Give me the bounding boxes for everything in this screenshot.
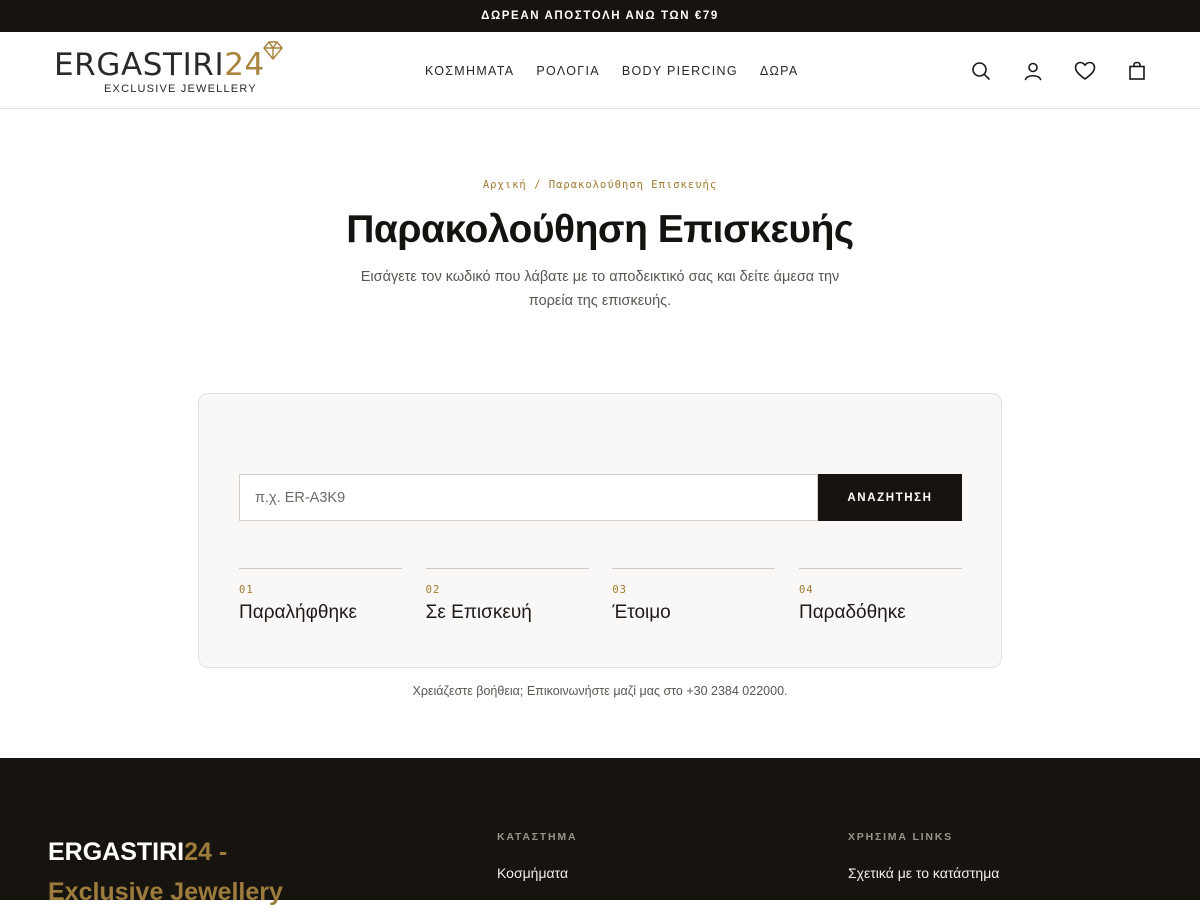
diamond-icon	[263, 41, 283, 60]
tracking-code-input[interactable]	[239, 474, 818, 521]
announcement-bar: ΔΩΡΕΑΝ ΑΠΟΣΤΟΛΗ ΑΝΩ ΤΩΝ €79	[0, 0, 1200, 32]
breadcrumb: Αρχική / Παρακολούθηση Επισκευής	[0, 179, 1200, 191]
step-number: 02	[425, 584, 441, 596]
footer-column-store: ΚΑΤΑΣΤΗΜΑ Κοσμήματα	[497, 831, 577, 881]
footer-brand: ERGASTIRI24 - Exclusive Jewellery	[48, 832, 328, 912]
header-actions	[970, 32, 1148, 109]
footer-link-about[interactable]: Σχετικά με το κατάστημα	[848, 865, 999, 881]
announcement-text: ΔΩΡΕΑΝ ΑΠΟΣΤΟΛΗ ΑΝΩ ΤΩΝ €79	[481, 10, 719, 22]
step-label: Έτοιμο	[612, 602, 671, 623]
nav-item-body-piercing[interactable]: BODY PIERCING	[622, 64, 738, 78]
hero-section: Αρχική / Παρακολούθηση Επισκευής Παρακολ…	[0, 179, 1200, 313]
page-title: Παρακολούθηση Επισκευής	[346, 208, 854, 251]
wishlist-heart-icon[interactable]	[1074, 60, 1096, 82]
repair-tracking-card: ΑΝΑΖΗΤΗΣΗ 01 Παραλήφθηκε 02 Σε Επισκευή …	[198, 393, 1002, 668]
site-logo[interactable]: ERGASTIRI24 EXCLUSIVE JEWELLERY	[54, 41, 286, 103]
step-number: 01	[239, 584, 254, 596]
logo-tagline: EXCLUSIVE JEWELLERY	[104, 83, 257, 95]
breadcrumb-home[interactable]: Αρχική	[483, 179, 527, 191]
step-received: 01 Παραλήφθηκε	[239, 568, 402, 624]
footer-brand-name: ERGASTIRI	[48, 838, 185, 866]
footer-link-jewellery[interactable]: Κοσμήματα	[497, 865, 577, 881]
repair-status-steps: 01 Παραλήφθηκε 02 Σε Επισκευή 03 Έτοιμο …	[239, 568, 962, 624]
logo-wordmark: ERGASTIRI24	[54, 47, 265, 83]
breadcrumb-current: Παρακολούθηση Επισκευής	[548, 179, 718, 191]
site-header: ERGASTIRI24 EXCLUSIVE JEWELLERY ΚΟΣΜΗΜΑΤ…	[0, 32, 1200, 109]
step-label: Παραλήφθηκε	[239, 602, 357, 623]
footer-column-heading: ΧΡΗΣΙΜΑ LINKS	[848, 831, 953, 843]
nav-item-jewellery[interactable]: ΚΟΣΜΗΜΑΤΑ	[425, 64, 514, 78]
footer-column-heading: ΚΑΤΑΣΤΗΜΑ	[497, 831, 578, 843]
account-icon[interactable]	[1022, 60, 1044, 82]
step-in-repair: 02 Σε Επισκευή	[425, 568, 589, 624]
footer-brand-tagline: Exclusive Jewellery	[48, 878, 283, 906]
search-button[interactable]: ΑΝΑΖΗΤΗΣΗ	[818, 474, 962, 521]
nav-item-watches[interactable]: ΡΟΛΟΓΙΑ	[536, 64, 599, 78]
footer-brand-number: 24 -	[184, 838, 228, 866]
page-description: Εισάγετε τον κωδικό που λάβατε με το απο…	[360, 269, 840, 309]
site-footer: ERGASTIRI24 - Exclusive Jewellery ΚΑΤΑΣΤ…	[0, 758, 1200, 906]
step-label: Σε Επισκευή	[425, 602, 532, 623]
step-number: 04	[798, 584, 814, 596]
tracking-search-form: ΑΝΑΖΗΤΗΣΗ	[239, 474, 962, 521]
search-icon[interactable]	[970, 60, 992, 82]
help-text: Χρειάζεστε βοήθεια; Επικοινωνήστε μαζί μ…	[412, 684, 788, 698]
step-number: 03	[612, 584, 627, 596]
step-ready: 03 Έτοιμο	[612, 568, 776, 624]
step-delivered: 04 Παραδόθηκε	[798, 568, 962, 624]
breadcrumb-separator: /	[534, 179, 542, 191]
nav-item-gifts[interactable]: ΔΩΡΑ	[760, 64, 799, 78]
step-label: Παραδόθηκε	[798, 602, 906, 623]
main-nav: ΚΟΣΜΗΜΑΤΑ ΡΟΛΟΓΙΑ BODY PIERCING ΔΩΡΑ	[425, 32, 799, 109]
shopping-bag-icon[interactable]	[1126, 60, 1148, 82]
footer-column-useful-links: ΧΡΗΣΙΜΑ LINKS Σχετικά με το κατάστημα	[848, 831, 999, 881]
